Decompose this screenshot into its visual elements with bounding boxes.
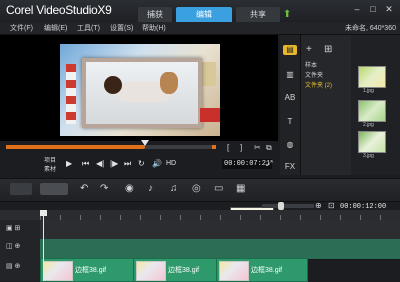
sound-mixer-icon[interactable]: ♪ xyxy=(148,183,153,195)
library-category-bar: ▤ ▥ AB T ◍ FX xyxy=(280,35,301,175)
mode-clip[interactable]: 素材 xyxy=(44,164,56,173)
zoom-slider-knob[interactable] xyxy=(278,202,284,210)
teddy-bear-image xyxy=(160,72,178,94)
photo-frame xyxy=(82,58,202,128)
lighthouse-image xyxy=(66,64,76,124)
minimize-icon[interactable]: – xyxy=(351,3,363,15)
library-thumb-label: 3.jpg xyxy=(363,153,374,159)
timeline-clip[interactable]: 边框38.gif xyxy=(133,258,217,282)
track-manager-icon[interactable]: ▣ ⊞ xyxy=(6,224,20,232)
mark-in-icon[interactable]: [ xyxy=(227,143,229,152)
add-folder-icon[interactable]: + xyxy=(306,44,312,55)
app-logo: Corel VideoStudioX9 xyxy=(6,3,112,17)
playhead-line[interactable] xyxy=(43,212,44,281)
video-track[interactable] xyxy=(40,239,400,260)
transition-icon[interactable]: AB xyxy=(283,93,297,103)
graphics-icon[interactable]: ◍ xyxy=(283,140,297,150)
library-thumb[interactable] xyxy=(358,66,386,88)
mark-out-icon[interactable]: ] xyxy=(240,143,242,152)
scrubber-handle[interactable] xyxy=(141,140,149,146)
video-frame xyxy=(60,44,220,136)
filter-icon[interactable]: FX xyxy=(283,162,297,172)
overlay-track-icon[interactable]: ▤ ⊕ xyxy=(6,262,20,270)
home-icon[interactable]: ⏮ xyxy=(82,159,89,169)
menu-edit[interactable]: 编辑(E) xyxy=(44,23,67,33)
tab-edit[interactable]: 编辑 xyxy=(176,7,232,22)
multi-camera-editor-icon[interactable]: ▦ xyxy=(236,183,245,195)
tab-capture[interactable]: 捕获 xyxy=(138,7,172,22)
redo-icon[interactable]: ↷ xyxy=(100,183,108,195)
next-icon[interactable]: |▶ xyxy=(110,159,118,168)
instant-project-icon[interactable]: ▥ xyxy=(283,70,297,80)
library-thumb-label: 2.jpg xyxy=(363,122,374,128)
playback-progress[interactable] xyxy=(6,145,214,149)
hd-toggle[interactable]: HD xyxy=(166,160,176,167)
play-icon[interactable]: ▶ xyxy=(66,159,72,168)
auto-music-icon[interactable]: ♫ xyxy=(170,183,178,195)
clip-label: 边框38.gif xyxy=(75,267,107,274)
hair-image xyxy=(104,76,122,94)
tree-item-folder[interactable]: 文件夹 xyxy=(305,70,323,79)
timeline-clip[interactable]: 边框38.gif xyxy=(216,258,308,282)
tree-item-folder-2[interactable]: 文件夹 (2) xyxy=(305,80,332,89)
progress-fill xyxy=(6,145,146,149)
clip-thumbnail xyxy=(219,261,249,281)
menu-tools[interactable]: 工具(T) xyxy=(77,23,100,33)
library-thumb[interactable] xyxy=(358,131,386,153)
copy-icon[interactable]: ⧉ xyxy=(266,143,272,153)
split-icon[interactable]: ✂ xyxy=(254,143,261,152)
menu-file[interactable]: 文件(F) xyxy=(10,23,33,33)
tab-share[interactable]: 共享 xyxy=(236,7,280,22)
mode-project[interactable]: 项目 xyxy=(44,155,56,164)
mark-out-handle[interactable] xyxy=(212,145,216,149)
mark-in-handle[interactable] xyxy=(6,145,10,149)
library-tree xyxy=(301,35,351,175)
close-icon[interactable]: ✕ xyxy=(383,3,395,15)
previous-icon[interactable]: ◀| xyxy=(96,159,104,168)
motion-tracking-icon[interactable]: ◎ xyxy=(192,183,201,195)
undo-icon[interactable]: ↶ xyxy=(80,183,88,195)
video-track-icon[interactable]: ◫ ⊕ xyxy=(6,242,20,250)
repeat-icon[interactable]: ↻ xyxy=(138,159,145,168)
timecode-display[interactable]: 00:00:07:21 xyxy=(222,159,273,169)
library-thumb-label: 1.jpg xyxy=(363,88,374,94)
project-info: 未命名, 640*360 xyxy=(345,25,396,32)
record-capture-icon[interactable]: ◉ xyxy=(125,183,134,195)
menu-help[interactable]: 帮助(H) xyxy=(142,23,166,33)
import-icon[interactable]: ⊞ xyxy=(324,44,332,55)
bus-image xyxy=(200,108,220,122)
clip-thumbnail xyxy=(136,261,166,281)
end-icon[interactable]: ⏭ xyxy=(124,159,131,169)
volume-icon[interactable]: 🔊 xyxy=(152,159,162,168)
timeline-view-button[interactable] xyxy=(40,183,68,195)
upload-icon[interactable]: ⬆ xyxy=(283,9,291,20)
maximize-icon[interactable]: □ xyxy=(367,3,379,15)
zoom-slider[interactable] xyxy=(262,204,314,208)
clip-label: 边框38.gif xyxy=(168,267,200,274)
track-row[interactable] xyxy=(40,220,400,241)
menu-settings[interactable]: 设置(S) xyxy=(110,23,133,33)
media-icon[interactable]: ▤ xyxy=(283,45,297,55)
clip-thumbnail xyxy=(43,261,73,281)
library-thumb[interactable] xyxy=(358,100,386,122)
fullscreen-icon[interactable]: ⤢ xyxy=(266,159,272,169)
clip-label: 边框38.gif xyxy=(251,267,283,274)
storyboard-view-button[interactable] xyxy=(10,183,32,195)
subtitle-editor-icon[interactable]: ▭ xyxy=(214,183,223,195)
title-icon[interactable]: T xyxy=(283,117,297,127)
timeline-clip[interactable]: 边框38.gif xyxy=(40,258,134,282)
tree-item-samples[interactable]: 样本 xyxy=(305,60,317,69)
